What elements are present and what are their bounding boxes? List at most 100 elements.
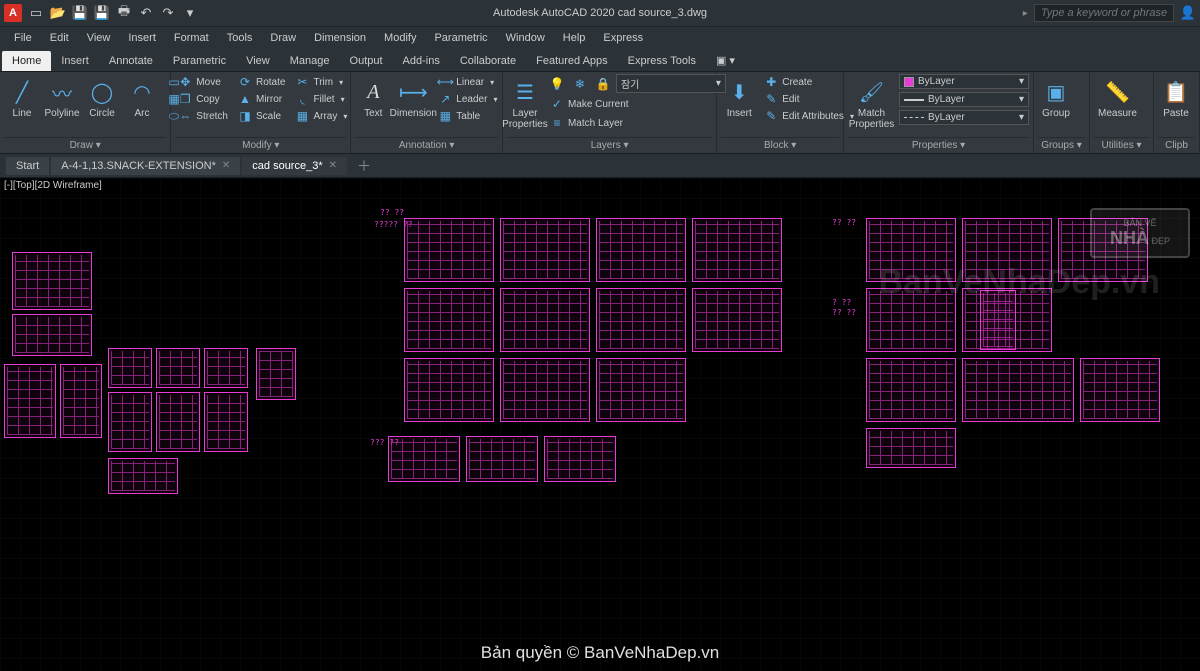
cad-block[interactable] [156, 392, 200, 452]
filetab-add-button[interactable]: ＋ [349, 156, 379, 176]
menu-dimension[interactable]: Dimension [306, 30, 374, 46]
menu-draw[interactable]: Draw [262, 30, 304, 46]
cad-block[interactable] [692, 218, 782, 282]
menu-insert[interactable]: Insert [120, 30, 164, 46]
fillet-button[interactable]: ◟Fillet▾ [292, 91, 350, 107]
rtab-home[interactable]: Home [2, 51, 51, 71]
arc-button[interactable]: ◠Arc [124, 74, 160, 121]
cad-block[interactable] [204, 348, 248, 388]
cad-block[interactable] [4, 364, 56, 438]
redo-icon[interactable]: ↷ [160, 5, 176, 21]
cad-block[interactable] [204, 392, 248, 452]
rtab-collaborate[interactable]: Collaborate [450, 51, 526, 71]
menu-tools[interactable]: Tools [219, 30, 261, 46]
panel-annotation-title[interactable]: Annotation ▾ [355, 137, 498, 153]
signin-icon[interactable]: 👤 [1180, 5, 1196, 21]
qat-more-icon[interactable]: ▾ [182, 5, 198, 21]
save-icon[interactable]: 💾 [72, 5, 88, 21]
group-button[interactable]: ▣Group [1038, 74, 1074, 121]
array-button[interactable]: ▦Array▾ [292, 108, 350, 124]
matchlayer-button[interactable]: ≡Match Layer [547, 115, 726, 131]
move-button[interactable]: ✥Move [175, 74, 231, 90]
undo-icon[interactable]: ↶ [138, 5, 154, 21]
copy-button[interactable]: ❐Copy [175, 91, 231, 107]
cad-block[interactable] [466, 436, 538, 482]
menu-help[interactable]: Help [555, 30, 594, 46]
linear-button[interactable]: ⟷Linear▾ [435, 74, 500, 90]
text-button[interactable]: AText [355, 74, 391, 121]
rotate-button[interactable]: ⟳Rotate [235, 74, 288, 90]
line-button[interactable]: ╱Line [4, 74, 40, 121]
cad-block[interactable] [866, 428, 956, 468]
layer-state3[interactable]: 🔒 [593, 74, 613, 93]
rtab-featured[interactable]: Featured Apps [526, 51, 618, 71]
circle-button[interactable]: ◯Circle [84, 74, 120, 121]
panel-utilities-title[interactable]: Utilities ▾ [1094, 137, 1149, 153]
cad-block[interactable] [866, 218, 956, 282]
cad-block[interactable] [404, 288, 494, 352]
filetab-2[interactable]: cad source_3*✕ [242, 157, 347, 175]
cad-block[interactable] [596, 288, 686, 352]
rtab-overflow-icon[interactable]: ▣ ▾ [706, 50, 745, 71]
panel-block-title[interactable]: Block ▾ [721, 137, 839, 153]
createblock-button[interactable]: ✚Create [761, 74, 857, 90]
filetab-1[interactable]: A-4-1,13.SNACK-EXTENSION*✕ [51, 157, 240, 175]
rtab-annotate[interactable]: Annotate [99, 51, 163, 71]
dimension-button[interactable]: ⟼Dimension [395, 74, 431, 121]
cad-block[interactable] [500, 218, 590, 282]
insertblock-button[interactable]: ⬇Insert [721, 74, 757, 121]
rtab-addins[interactable]: Add-ins [393, 51, 450, 71]
lineweight-combo[interactable]: ByLayer▾ [899, 92, 1029, 107]
scale-button[interactable]: ◨Scale [235, 108, 288, 124]
cad-block[interactable] [108, 458, 178, 494]
rtab-insert[interactable]: Insert [51, 51, 99, 71]
cad-block[interactable] [544, 436, 616, 482]
cad-block[interactable] [12, 314, 92, 356]
layerprops-button[interactable]: ☰Layer Properties [507, 74, 543, 132]
panel-layers-title[interactable]: Layers ▾ [507, 137, 712, 153]
viewport-label[interactable]: [-][Top][2D Wireframe] [4, 180, 102, 191]
cad-block[interactable] [108, 392, 152, 452]
cad-block[interactable] [500, 358, 590, 422]
cad-block[interactable] [1058, 218, 1148, 282]
close-icon[interactable]: ✕ [329, 160, 337, 171]
trim-button[interactable]: ✂Trim▾ [292, 74, 350, 90]
rtab-view[interactable]: View [236, 51, 280, 71]
cad-block[interactable] [156, 348, 200, 388]
color-combo[interactable]: ByLayer▾ [899, 74, 1029, 89]
cad-block[interactable] [404, 358, 494, 422]
cad-block[interactable] [388, 436, 460, 482]
menu-parametric[interactable]: Parametric [426, 30, 495, 46]
close-icon[interactable]: ✕ [222, 160, 230, 171]
cad-block[interactable] [1080, 358, 1160, 422]
cad-block[interactable] [962, 358, 1074, 422]
cad-block[interactable] [692, 288, 782, 352]
cad-block[interactable] [12, 252, 92, 310]
cad-block[interactable] [866, 358, 956, 422]
rtab-output[interactable]: Output [340, 51, 393, 71]
cad-block[interactable] [500, 288, 590, 352]
measure-button[interactable]: 📏Measure [1094, 74, 1141, 121]
stretch-button[interactable]: ⇔Stretch [175, 108, 231, 124]
drawing-canvas[interactable]: [-][Top][2D Wireframe] ?? ?? ????? ?? ??… [0, 178, 1200, 671]
saveas-icon[interactable]: 💾 [94, 5, 110, 21]
panel-clipboard-title[interactable]: Clipb [1158, 137, 1195, 153]
panel-draw-title[interactable]: Draw ▾ [4, 137, 166, 153]
table-button[interactable]: ▦Table [435, 108, 500, 124]
layer-combo[interactable]: 잠기▾ [616, 74, 726, 93]
rtab-express[interactable]: Express Tools [618, 51, 706, 71]
menu-modify[interactable]: Modify [376, 30, 424, 46]
search-chevron-icon[interactable]: ▸ [1023, 8, 1028, 19]
cad-block[interactable] [108, 348, 152, 388]
cad-block[interactable] [596, 358, 686, 422]
makecurrent-button[interactable]: ✓Make Current [547, 96, 726, 112]
menu-window[interactable]: Window [498, 30, 553, 46]
editblock-button[interactable]: ✎Edit [761, 91, 857, 107]
filetab-start[interactable]: Start [6, 157, 49, 175]
menu-view[interactable]: View [79, 30, 119, 46]
menu-edit[interactable]: Edit [42, 30, 77, 46]
layer-state2[interactable]: ❄ [570, 74, 590, 93]
panel-properties-title[interactable]: Properties ▾ [848, 137, 1029, 153]
linetype-combo[interactable]: ByLayer▾ [899, 110, 1029, 125]
panel-groups-title[interactable]: Groups ▾ [1038, 137, 1085, 153]
